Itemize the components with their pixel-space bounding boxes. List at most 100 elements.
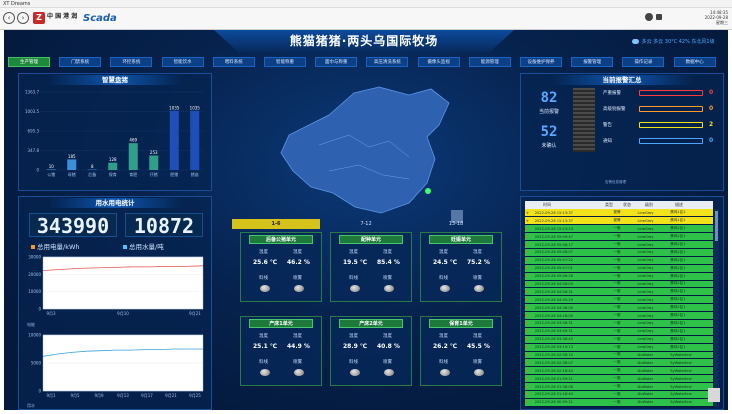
farm-location-marker[interactable] xyxy=(425,188,431,194)
feed-line-status-icon[interactable] xyxy=(440,369,450,376)
alarm-desc: SyWaterline xyxy=(669,358,713,368)
tab-1[interactable]: 门禁系统 xyxy=(59,57,102,67)
window-restore-icon[interactable] xyxy=(708,388,720,402)
alarm-desc: 蛋鸡2区1 xyxy=(669,406,713,407)
x-tick-label: 仔猪 xyxy=(150,171,158,177)
lock-icon[interactable] xyxy=(656,14,662,20)
spray-status-icon[interactable] xyxy=(384,285,394,292)
alarm-row[interactable]: ▼ 2022-09-28 03:19:13 一般 LineGrey 蛋鸡2区1 xyxy=(525,343,713,352)
feed-line-status-icon[interactable] xyxy=(260,285,270,292)
alarm-status: 一般 xyxy=(612,264,637,273)
alarm-desc: 蛋鸡2区1 xyxy=(669,287,713,297)
alarm-row[interactable]: ▼ 2022-09-28 03:58:31 一般 LineGrey 蛋鸡2区1 xyxy=(525,319,713,328)
current-alarm-label: 当前报警 xyxy=(538,109,559,115)
unit-title: 后备公猪单元 xyxy=(249,235,313,244)
alarm-row[interactable]: ▼ 2022-09-28 02:38:07 一般 DuWater SyWaterline xyxy=(525,358,713,368)
tab-13[interactable]: 数据中心 xyxy=(673,57,716,67)
tab-3[interactable]: 智能饮水 xyxy=(161,57,204,67)
tab-12[interactable]: 操作记录 xyxy=(622,57,665,67)
user-icon[interactable] xyxy=(645,13,653,21)
spray-status-icon[interactable] xyxy=(384,369,394,376)
alarm-level: LineGrey xyxy=(636,287,670,297)
window-title: XT Dreams xyxy=(3,1,31,7)
unit-card[interactable]: 产床1单元 温度 湿度 25.1 ℃ 44.9 % 料线 喷雾 xyxy=(240,316,322,386)
alarm-desc: 蛋鸡2区1 xyxy=(669,240,713,249)
unit-tab-1-6[interactable]: 1-6 xyxy=(232,219,320,229)
alarm-row[interactable]: ▼ 2022-09-28 04:38:05 一般 LineGrey 蛋鸡2区1 xyxy=(525,303,713,313)
humidity-label: 湿度 xyxy=(473,334,482,339)
alarm-row[interactable]: ▼ 2022-09-28 15:13:37 报警 LineGrey 蛋鸡1区1 xyxy=(525,216,713,226)
arrow-left-icon[interactable]: ‹ xyxy=(3,12,15,24)
alarm-row[interactable]: ▼ 2022-09-28 05:08:17 一般 LineGrey 蛋鸡2区1 xyxy=(525,240,713,249)
alarm-row[interactable]: ▼ 2022-09-28 03:49:31 一般 LineGrey 蛋鸡2区1 xyxy=(525,327,713,336)
unit-card[interactable]: 配种单元 温度 湿度 19.5 ℃ 85.4 % 料线 喷雾 xyxy=(330,232,412,302)
alarm-row[interactable]: ▼ 2022-09-28 04:58:03 一般 LineGrey 蛋鸡2区1 xyxy=(525,280,713,289)
alarm-desc: 蛋鸡2区1 xyxy=(669,280,713,289)
tab-4[interactable]: 喂料系统 xyxy=(212,57,255,67)
spray-status-icon[interactable] xyxy=(294,369,304,376)
feed-line-status-icon[interactable] xyxy=(350,285,360,292)
alarm-row[interactable]: ▼ 2022-09-28 01:38:08 一般 DuWater SyWaterline xyxy=(525,382,713,391)
unit-tab-7-12[interactable]: 7-12 xyxy=(322,219,410,229)
alarm-row[interactable]: ▼ 2022-09-28 02:58:10 一般 DuWater SyWaterline xyxy=(525,351,713,360)
alarm-row[interactable]: ▼ 2022-09-28 01:18:40 一般 DuWater SyWaterline xyxy=(525,390,713,399)
bar-value-label: 1035 xyxy=(190,105,201,110)
alarm-time: 2022-09-28 05:06:28 xyxy=(533,272,598,281)
unit-card[interactable]: 产床2单元 温度 湿度 28.9 ℃ 40.8 % 料线 喷雾 xyxy=(330,316,412,386)
tab-7[interactable]: 高压清洗系统 xyxy=(366,57,409,67)
alarm-type xyxy=(597,351,613,360)
tab-11[interactable]: 报警管理 xyxy=(571,57,614,67)
alarm-row[interactable]: ▼ 2022-09-28 00:59:21 一般 DuWater SyWaterline xyxy=(525,398,713,407)
alarm-level: DuWater xyxy=(636,398,670,407)
tab-5[interactable]: 智能称重 xyxy=(264,57,306,67)
alarm-level: LineGrey xyxy=(636,335,670,344)
spray-status-icon[interactable] xyxy=(474,369,484,376)
alarm-row[interactable]: ▼ 2022-09-28 05:08:07 一般 LineGrey 蛋鸡2区1 xyxy=(525,248,713,257)
alarm-time: 2022-09-28 02:58:10 xyxy=(533,351,598,360)
tab-6[interactable]: 面巾与称重 xyxy=(315,57,358,67)
feed-line-label: 料线 xyxy=(439,360,448,365)
alarm-row[interactable]: ▼ 2022-09-28 05:07:01 一般 LineGrey 蛋鸡2区1 xyxy=(525,264,713,273)
tab-0[interactable]: 生产管理 xyxy=(8,57,50,67)
x-tick-label: 公猪 xyxy=(47,171,55,177)
unit-card[interactable]: 后备公猪单元 温度 湿度 25.6 ℃ 46.2 % 料线 喷雾 xyxy=(240,232,322,302)
alarm-row[interactable]: ▼ 2022-09-28 05:07:22 一般 LineGrey 蛋鸡2区1 xyxy=(525,256,713,265)
alarm-row[interactable]: ▼2022-09-28 00:38:28 一般LineGrey蛋鸡2区1 xyxy=(525,406,713,407)
col-type: 类型 xyxy=(605,202,613,207)
bar-value-label: 253 xyxy=(150,150,158,155)
alarm-row[interactable]: ▼ 2022-09-28 01:59:21 一般 DuWater SyWaterline xyxy=(525,374,713,384)
alarm-row[interactable]: ▼ 2022-09-28 04:55:29 一般 LineGrey 蛋鸡2区1 xyxy=(525,295,713,305)
alarm-time: 2022-09-28 04:56:31 xyxy=(533,287,598,297)
unit-card[interactable]: 妊娠单元 温度 湿度 24.5 ℃ 75.2 % 料线 喷雾 xyxy=(420,232,502,302)
feed-line-status-icon[interactable] xyxy=(440,285,450,292)
alarm-row[interactable]: ▼ 2022-09-28 05:09:47 一般 LineGrey 蛋鸡2区1 xyxy=(525,232,713,242)
feed-line-status-icon[interactable] xyxy=(260,369,270,376)
alarm-status: 一般 xyxy=(612,327,637,336)
arrow-right-icon[interactable]: › xyxy=(17,12,29,24)
alarm-row[interactable]: ▼ 2022-09-28 04:18:05 一般 LineGrey 蛋鸡2区1 xyxy=(525,311,713,320)
alarm-row[interactable]: ▼ 2022-09-28 04:56:31 一般 LineGrey 蛋鸡2区1 xyxy=(525,287,713,297)
alarm-desc: 蛋鸡1区1 xyxy=(669,216,713,226)
alarm-status: 一般 xyxy=(612,272,637,281)
spray-status-icon[interactable] xyxy=(294,285,304,292)
alarm-table-scrollbar[interactable] xyxy=(714,209,719,407)
alarm-row[interactable]: ▼ 2022-09-28 03:38:45 一般 LineGrey 蛋鸡2区1 xyxy=(525,335,713,344)
scrollbar-thumb[interactable] xyxy=(715,211,718,241)
spray-status-icon[interactable] xyxy=(474,285,484,292)
tab-10[interactable]: 设备维护保养 xyxy=(520,57,562,67)
alarm-row[interactable]: ▼ 2022-09-28 15:13:37 报警 LineGrey 蛋鸡1区1 xyxy=(525,209,713,218)
utility-panel-title: 用水用电统计 xyxy=(95,199,135,207)
tab-9[interactable]: 能源管理 xyxy=(468,57,511,67)
unit-card[interactable]: 保育1单元 温度 湿度 26.2 ℃ 45.5 % 料线 喷雾 xyxy=(420,316,502,386)
alarm-row[interactable]: ▼ 2022-09-28 05:06:28 一般 LineGrey 蛋鸡2区1 xyxy=(525,272,713,281)
alarm-row-icon: ▼ xyxy=(525,327,534,336)
tab-2[interactable]: 环控系统 xyxy=(110,57,153,67)
alarm-type xyxy=(597,335,613,344)
alarm-row[interactable]: ▼ 2022-09-28 15:13:13 一般 LineGrey 蛋鸡2区1 xyxy=(525,224,713,234)
alarm-row-icon: ▼ xyxy=(525,335,534,344)
alarm-row[interactable]: ▼ 2022-09-28 02:18:44 一般 DuWater SyWaterline xyxy=(525,366,713,376)
tab-8[interactable]: 摄像头监视 xyxy=(417,57,460,67)
alarm-level: LineGrey xyxy=(636,272,670,281)
feed-line-status-icon[interactable] xyxy=(350,369,360,376)
unit-tab-13-18[interactable]: 13-18 xyxy=(412,219,500,229)
